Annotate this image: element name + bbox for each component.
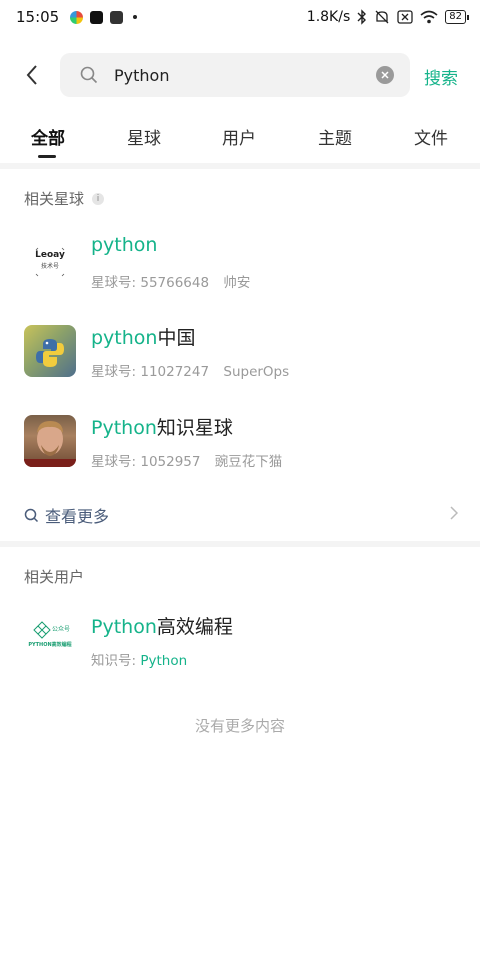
- related-planets-heading: 相关星球 i: [24, 188, 105, 209]
- tab-planets[interactable]: 星球: [127, 124, 161, 149]
- leoay-logo-sub: 技术号: [41, 262, 59, 270]
- tab-files[interactable]: 文件: [414, 124, 448, 149]
- user-meta: 知识号: Python: [91, 653, 188, 669]
- search-button[interactable]: 搜索: [424, 64, 458, 89]
- sim-off-icon: [397, 10, 413, 24]
- tiktok-icon: [90, 10, 104, 24]
- see-more-label: 查看更多: [45, 507, 110, 526]
- section-divider: [0, 541, 480, 547]
- planet-id: 55766648: [140, 275, 210, 291]
- info-icon[interactable]: i: [92, 192, 105, 205]
- gzh-logo-bottom: PYTHON高效编程: [28, 641, 71, 648]
- python-logo-avatar: [24, 325, 76, 377]
- app-icon: [110, 10, 124, 24]
- search-input[interactable]: [112, 64, 366, 86]
- user-result-item[interactable]: 公众号 PYTHON高效编程 Python高效编程 知识号: Python: [24, 614, 464, 674]
- related-planets-title: 相关星球: [24, 190, 85, 208]
- planet-meta: 星球号: 1052957 豌豆花下猫: [91, 454, 283, 470]
- search-icon: [80, 65, 100, 85]
- see-more-button[interactable]: 查看更多: [24, 502, 464, 528]
- user-id: Python: [140, 653, 188, 669]
- tab-bar: 全部 星球 用户 主题 文件: [0, 120, 480, 160]
- status-time: 15:05: [16, 8, 60, 26]
- net-speed: 1.8K/s: [306, 9, 351, 25]
- planet-result-item[interactable]: Leoay 技术号 python 星球号: 55766648 帅安: [24, 234, 464, 296]
- planet-avatar: Leoay 技术号: [24, 236, 76, 288]
- planet-result-item[interactable]: python中国 星球号: 11027247 SuperOps: [24, 325, 464, 385]
- search-icon: [24, 508, 39, 522]
- gzh-logo-top: 公众号: [52, 626, 70, 633]
- tab-topics[interactable]: 主题: [318, 124, 352, 149]
- status-bar: 15:05 1.8K/s 82: [0, 0, 480, 34]
- clear-search-button[interactable]: [376, 66, 394, 84]
- active-tab-indicator: [38, 155, 56, 158]
- app-notification-icon: [70, 10, 84, 24]
- planet-title: python中国: [91, 327, 196, 349]
- more-notifications-icon: [133, 15, 138, 19]
- planet-meta: 星球号: 11027247 SuperOps: [91, 364, 290, 380]
- tab-all[interactable]: 全部: [31, 124, 65, 149]
- search-row: 搜索: [0, 52, 480, 98]
- person-photo-avatar: [24, 415, 76, 467]
- no-more-content: 没有更多内容: [194, 717, 285, 735]
- related-users-title: 相关用户: [24, 568, 85, 586]
- wifi-icon: [420, 10, 438, 24]
- user-title: Python高效编程: [91, 616, 233, 638]
- planet-owner: SuperOps: [223, 364, 290, 380]
- tab-users[interactable]: 用户: [222, 124, 256, 149]
- planet-id: 11027247: [140, 364, 210, 380]
- leoay-logo-text: Leoay: [35, 250, 65, 260]
- chevron-left-icon: [26, 65, 37, 85]
- bluetooth-icon: [357, 9, 367, 25]
- close-icon: [381, 71, 389, 79]
- back-button[interactable]: [20, 52, 44, 98]
- mute-bell-icon: [375, 10, 389, 24]
- chevron-right-icon: [450, 506, 458, 520]
- planet-owner: 帅安: [223, 275, 251, 291]
- planet-result-item[interactable]: Python知识星球 星球号: 1052957 豌豆花下猫: [24, 415, 464, 475]
- planet-title: python: [91, 234, 158, 256]
- planet-title: Python知识星球: [91, 417, 233, 439]
- search-box[interactable]: [60, 53, 410, 97]
- section-divider: [0, 163, 480, 169]
- battery-indicator: 82: [445, 10, 469, 24]
- planet-id: 1052957: [140, 454, 201, 470]
- related-users-heading: 相关用户: [24, 566, 84, 587]
- planet-owner: 豌豆花下猫: [214, 454, 283, 470]
- planet-meta: 星球号: 55766648 帅安: [91, 275, 251, 291]
- user-avatar: 公众号 PYTHON高效编程: [24, 614, 76, 666]
